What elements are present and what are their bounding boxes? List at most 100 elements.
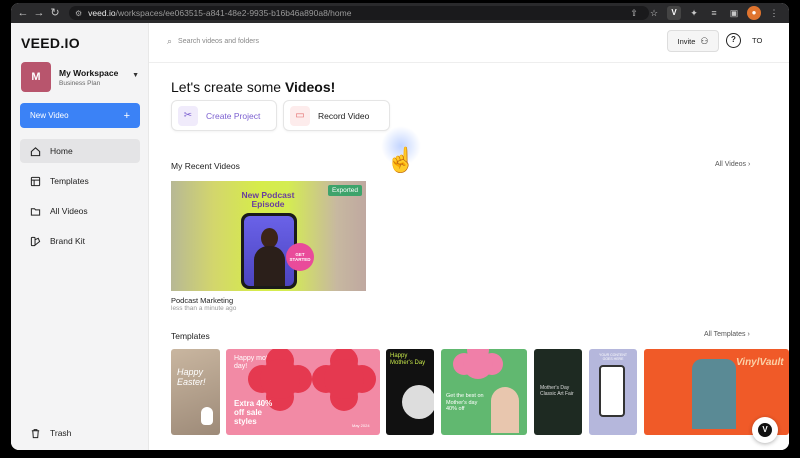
record-video-button[interactable]: ▭ Record Video xyxy=(283,100,390,131)
flower-graphic xyxy=(324,359,364,399)
browser-chrome: ← → ↻ ⚙ veed.io /workspaces/ee063515-a84… xyxy=(11,3,789,23)
template-footer: May 2024 xyxy=(352,423,370,428)
person-graphic xyxy=(692,359,736,429)
sidebar-item-label: Trash xyxy=(50,428,72,438)
sidebar-item-templates[interactable]: Templates xyxy=(20,169,140,193)
sidebar: VEED.IO M My Workspace Business Plan ▼ N… xyxy=(11,23,149,450)
top-bar: ⌕ Search videos and folders Invite ⚇ ? T… xyxy=(149,23,789,63)
veed-extension-icon[interactable]: V xyxy=(667,6,681,20)
camera-icon: ▭ xyxy=(290,105,310,126)
scissors-icon: ✂ xyxy=(178,105,198,126)
brand-kit-icon xyxy=(28,234,42,248)
workspace-avatar: M xyxy=(21,62,51,92)
person-head xyxy=(261,228,278,248)
workspace-plan: Business Plan xyxy=(59,79,101,87)
invite-button[interactable]: Invite ⚇ xyxy=(667,30,719,52)
all-videos-link-label: All Videos xyxy=(715,161,747,168)
side-panel-icon[interactable]: ▣ xyxy=(727,6,741,20)
template-text: VinylVault xyxy=(736,357,784,368)
person-body xyxy=(254,246,285,286)
reading-list-icon[interactable]: ≡ xyxy=(707,6,721,20)
exported-badge: Exported xyxy=(327,185,362,196)
all-templates-link[interactable]: All Templates › xyxy=(704,331,750,338)
chat-bubble-button[interactable]: V xyxy=(752,417,778,443)
new-video-label: New Video xyxy=(30,111,69,120)
extensions-puzzle-icon[interactable]: ✦ xyxy=(687,6,701,20)
template-card[interactable]: Get the best on Mother's day 40% off xyxy=(441,349,527,435)
template-card[interactable]: Happy Easter! xyxy=(171,349,220,435)
folder-icon xyxy=(28,204,42,218)
caret-down-icon: ▼ xyxy=(132,72,139,79)
sidebar-item-all-videos[interactable]: All Videos xyxy=(20,199,140,223)
veed-logo[interactable]: VEED.IO xyxy=(21,35,80,51)
template-text: Happy Mother's Day xyxy=(390,353,426,366)
sidebar-item-trash[interactable]: Trash xyxy=(20,421,140,445)
hand-cursor-icon: ☝ xyxy=(386,147,416,174)
workspace-name: My Workspace xyxy=(59,67,119,78)
template-card[interactable]: Happy mother's day! Extra 40% off sale s… xyxy=(226,349,380,435)
sidebar-item-home[interactable]: Home xyxy=(20,139,140,163)
templates-icon xyxy=(28,174,42,188)
invite-label: Invite xyxy=(677,36,696,46)
reload-icon[interactable]: ↻ xyxy=(47,3,63,23)
url-path: /workspaces/ee063515-a841-48e2-9935-b16b… xyxy=(115,8,352,18)
back-icon[interactable]: ← xyxy=(15,3,31,23)
forward-icon[interactable]: → xyxy=(31,3,47,23)
template-card[interactable]: Mother's Day Classic Art Fair xyxy=(534,349,582,435)
templates-title: Templates xyxy=(171,331,210,341)
sidebar-item-label: Home xyxy=(50,146,73,156)
url-host: veed.io xyxy=(88,8,116,18)
sidebar-item-label: Brand Kit xyxy=(50,236,85,246)
person-graphic xyxy=(491,387,519,433)
flower-graphic xyxy=(260,359,300,399)
thumbnail-title: New Podcast Episode xyxy=(241,190,295,209)
all-videos-link[interactable]: All Videos › xyxy=(715,161,750,168)
sidebar-item-label: All Videos xyxy=(50,206,88,216)
template-subtext: Extra 40% off sale styles xyxy=(234,399,273,426)
video-thumbnail[interactable]: Exported New Podcast Episode GET STARTED xyxy=(171,181,366,291)
page-title-prefix: Let's create some xyxy=(171,79,285,95)
create-project-button[interactable]: ✂ Create Project xyxy=(171,100,277,131)
browser-toolbar: ⇧ ☆ V ✦ ≡ ▣ ● ⋮ xyxy=(627,6,781,20)
search-input[interactable]: ⌕ Search videos and folders xyxy=(167,36,259,47)
plus-icon: + xyxy=(123,109,130,122)
recent-videos-title: My Recent Videos xyxy=(171,161,240,171)
template-card[interactable]: YOUR CONTENT GOES HERE xyxy=(589,349,637,435)
phone-graphic xyxy=(599,365,625,417)
chevron-right-icon: › xyxy=(747,161,751,168)
workspace-switcher[interactable]: M My Workspace Business Plan ▼ xyxy=(21,61,139,93)
bookmark-star-icon[interactable]: ☆ xyxy=(647,6,661,20)
get-started-badge: GET STARTED xyxy=(286,243,314,271)
sidebar-item-brand-kit[interactable]: Brand Kit xyxy=(20,229,140,253)
home-icon xyxy=(28,144,42,158)
page-title-bold: Videos! xyxy=(284,79,336,95)
chevron-right-icon: › xyxy=(747,331,750,338)
share-icon[interactable]: ⇧ xyxy=(627,6,641,20)
user-initials[interactable]: TO xyxy=(752,36,762,45)
site-info-icon[interactable]: ⚙ xyxy=(75,9,82,18)
video-time: less than a minute ago xyxy=(171,305,237,312)
add-user-icon: ⚇ xyxy=(700,35,709,46)
veed-chat-icon: V xyxy=(758,423,772,437)
new-video-button[interactable]: New Video + xyxy=(20,103,140,128)
address-bar[interactable]: ⚙ veed.io /workspaces/ee063515-a841-48e2… xyxy=(69,6,649,20)
page-title: Let's create some Videos! xyxy=(171,79,335,95)
video-name[interactable]: Podcast Marketing xyxy=(171,296,233,305)
template-text: YOUR CONTENT GOES HERE xyxy=(599,353,627,361)
template-card[interactable]: Happy Mother's Day xyxy=(386,349,434,435)
photo-graphic xyxy=(402,385,434,419)
search-icon: ⌕ xyxy=(167,36,173,46)
template-text: Happy Easter! xyxy=(177,367,206,387)
record-video-label: Record Video xyxy=(318,110,370,121)
bunny-graphic xyxy=(201,407,213,425)
browser-window: ← → ↻ ⚙ veed.io /workspaces/ee063515-a84… xyxy=(11,3,789,450)
template-text: Mother's Day Classic Art Fair xyxy=(540,385,574,397)
help-icon[interactable]: ? xyxy=(726,33,741,48)
profile-avatar-icon[interactable]: ● xyxy=(747,6,761,20)
sidebar-item-label: Templates xyxy=(50,176,89,186)
template-text: Get the best on Mother's day 40% off xyxy=(446,393,484,412)
flower-graphic xyxy=(463,349,493,379)
more-menu-icon[interactable]: ⋮ xyxy=(767,6,781,20)
all-templates-link-label: All Templates xyxy=(704,331,746,338)
search-placeholder: Search videos and folders xyxy=(178,38,259,45)
